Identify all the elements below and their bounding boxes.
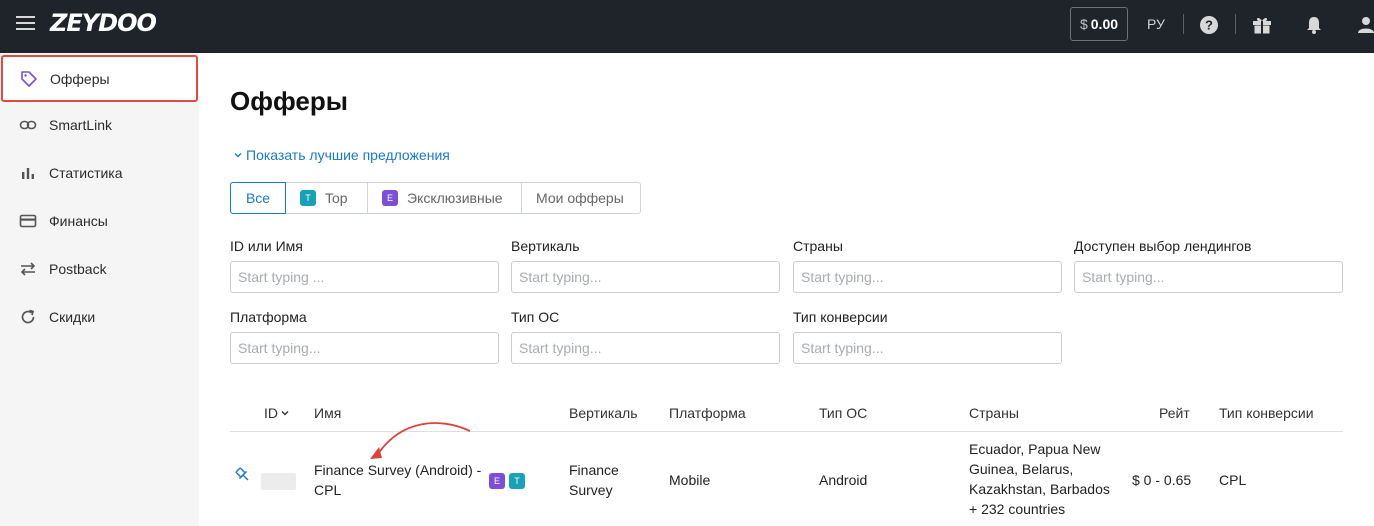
countries-line: Guinea, Belarus, xyxy=(969,461,1074,477)
sidebar-item-offers[interactable]: Офферы xyxy=(1,55,198,102)
filter-label-vertical: Вертикаль xyxy=(511,238,580,254)
filter-label-os-type: Тип ОС xyxy=(511,309,560,325)
balance-display[interactable]: $0.00 xyxy=(1070,7,1128,41)
offer-name-line: CPL xyxy=(314,482,342,498)
exclusive-badge: E xyxy=(382,190,398,206)
sidebar-item-label: Postback xyxy=(49,261,107,277)
sidebar-item-discounts[interactable]: Скидки xyxy=(0,293,199,341)
annotation-arrow xyxy=(370,422,471,459)
sidebar-item-label: Скидки xyxy=(49,309,96,325)
column-header-label: ID xyxy=(264,405,278,421)
os-type-input[interactable] xyxy=(511,332,780,364)
id-name-input[interactable] xyxy=(230,261,499,293)
column-header-os[interactable]: Тип ОС xyxy=(819,405,867,421)
gift-icon[interactable] xyxy=(1252,15,1272,35)
swap-arrows-icon xyxy=(20,262,36,276)
page-title: Офферы xyxy=(230,86,348,116)
balance-currency: $ xyxy=(1079,16,1088,32)
sidebar-item-label: Офферы xyxy=(50,71,110,87)
filter-label-conversion-type: Тип конверсии xyxy=(793,309,888,325)
exclusive-badge: E xyxy=(489,473,505,489)
sort-chevron-down-icon xyxy=(281,411,289,416)
offer-countries: Ecuador, Papua New Guinea, Belarus, Kaza… xyxy=(969,439,1110,519)
tab-label: Мои офферы xyxy=(536,190,624,206)
top-badge: T xyxy=(300,190,316,206)
bar-chart-icon xyxy=(22,168,34,179)
tab-label: Все xyxy=(245,190,271,206)
help-icon[interactable]: ? xyxy=(1199,15,1219,35)
offer-id-redacted xyxy=(261,473,296,490)
offer-os: Android xyxy=(819,472,868,488)
tab-my-offers[interactable]: Мои офферы xyxy=(522,183,640,213)
link-icon xyxy=(19,120,37,130)
divider xyxy=(1183,14,1184,34)
column-header-name[interactable]: Имя xyxy=(314,405,341,421)
language-switch[interactable]: РУ xyxy=(1147,16,1165,32)
countries-input[interactable] xyxy=(793,261,1062,293)
balance-value: 0.00 xyxy=(1090,16,1119,32)
landings-input[interactable] xyxy=(1074,261,1343,293)
tab-label: Top xyxy=(325,190,348,206)
hamburger-menu-icon[interactable] xyxy=(16,16,35,30)
user-icon[interactable] xyxy=(1356,15,1374,35)
column-header-conversion-type[interactable]: Тип конверсии xyxy=(1219,405,1314,421)
more-countries-link[interactable]: + 232 countries xyxy=(969,499,1110,519)
sidebar-item-label: Финансы xyxy=(49,213,108,229)
sidebar-item-label: Статистика xyxy=(49,165,123,181)
offer-conversion-type: CPL xyxy=(1219,472,1247,488)
conversion-type-input[interactable] xyxy=(793,332,1062,364)
vertical-line: Finance xyxy=(569,462,619,478)
tab-all[interactable]: Все xyxy=(230,182,286,214)
sidebar-item-smartlink[interactable]: SmartLink xyxy=(0,101,199,149)
platform-input[interactable] xyxy=(230,332,499,364)
vertical-input[interactable] xyxy=(511,261,780,293)
column-header-vertical[interactable]: Вертикаль xyxy=(569,405,638,421)
column-header-id[interactable]: ID xyxy=(264,405,290,421)
top-bar: ZEYDOO $0.00 РУ ? xyxy=(0,0,1374,53)
chevron-down-icon xyxy=(234,153,242,158)
show-best-offers-label: Показать лучшие предложения xyxy=(246,147,450,163)
filter-label-countries: Страны xyxy=(793,238,843,254)
sidebar-item-statistics[interactable]: Статистика xyxy=(0,149,199,197)
pin-icon[interactable] xyxy=(234,466,252,484)
top-badge: T xyxy=(509,473,525,489)
filter-label-landings: Доступен выбор лендингов xyxy=(1074,238,1252,254)
bell-icon[interactable] xyxy=(1304,15,1324,35)
tab-label: Эксклюзивные xyxy=(407,190,503,206)
filter-label-id-name: ID или Имя xyxy=(230,238,303,254)
refresh-icon xyxy=(21,309,35,324)
column-header-countries[interactable]: Страны xyxy=(969,405,1019,421)
column-header-rate[interactable]: Рейт xyxy=(1159,405,1190,421)
countries-line: Kazakhstan, Barbados xyxy=(969,481,1110,497)
offer-tabs: Все T Top E Эксклюзивные Мои офферы xyxy=(230,182,641,214)
sidebar-item-postback[interactable]: Postback xyxy=(0,245,199,293)
sidebar-item-finance[interactable]: Финансы xyxy=(0,197,199,245)
tab-exclusive[interactable]: E Эксклюзивные xyxy=(368,183,522,213)
sidebar-item-label: SmartLink xyxy=(49,117,113,133)
logo[interactable]: ZEYDOO xyxy=(50,9,157,37)
countries-line: Ecuador, Papua New xyxy=(969,441,1101,457)
offer-vertical: Finance Survey xyxy=(569,460,619,500)
show-best-offers-link[interactable]: Показать лучшие предложения xyxy=(233,147,450,163)
tab-top[interactable]: T Top xyxy=(286,183,368,213)
filter-label-platform: Платформа xyxy=(230,309,307,325)
offer-rate: $ 0 - 0.65 xyxy=(1132,472,1192,488)
offer-platform: Mobile xyxy=(669,472,711,488)
column-header-platform[interactable]: Платформа xyxy=(669,405,746,421)
sidebar: Офферы SmartLink Статистика Финансы Post… xyxy=(0,53,199,526)
tag-icon xyxy=(21,71,37,87)
divider xyxy=(1235,14,1236,34)
credit-card-icon xyxy=(19,214,37,228)
offer-name-link[interactable]: Finance Survey (Android) - CPL xyxy=(314,460,481,500)
svg-text:?: ? xyxy=(1205,18,1213,33)
vertical-line: Survey xyxy=(569,482,613,498)
